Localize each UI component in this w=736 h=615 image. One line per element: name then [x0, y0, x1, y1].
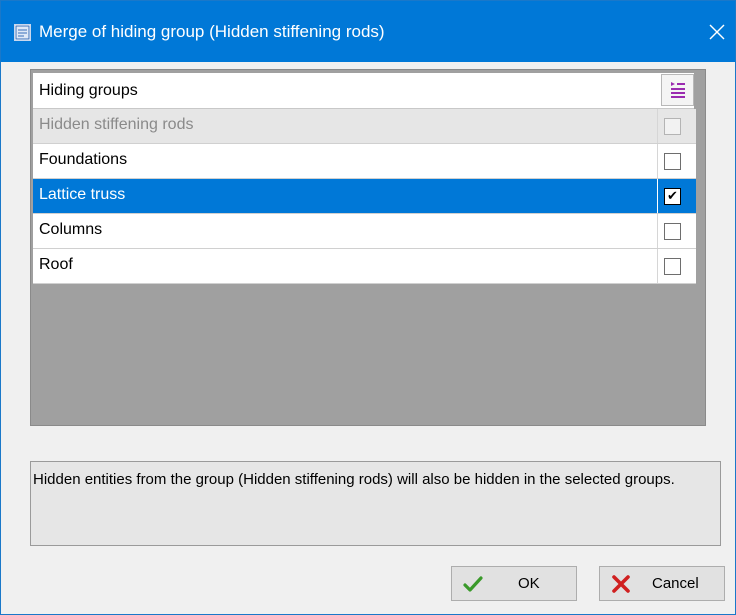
cell-divider — [657, 144, 658, 178]
list-item-foundations[interactable]: Foundations — [33, 144, 696, 179]
cell-divider — [657, 179, 658, 213]
green-checkmark-icon — [463, 576, 483, 592]
close-icon — [709, 24, 725, 40]
info-message: Hidden entities from the group (Hidden s… — [33, 471, 675, 488]
select-all-button[interactable] — [661, 74, 694, 106]
group-checkbox[interactable]: ✔ — [664, 188, 681, 205]
list-item-lattice-truss[interactable]: Lattice truss ✔ — [33, 179, 696, 214]
group-name: Lattice truss — [39, 186, 126, 203]
title-bar[interactable]: Merge of hiding group (Hidden stiffening… — [1, 1, 735, 62]
merge-hiding-group-dialog: Merge of hiding group (Hidden stiffening… — [0, 0, 736, 615]
ok-button[interactable]: OK — [451, 566, 577, 601]
cell-divider — [657, 249, 658, 283]
group-name: Roof — [39, 256, 73, 273]
hiding-groups-grid: Hiding groups Hidden stiffening rods Fou… — [30, 69, 706, 426]
ok-label: OK — [518, 575, 540, 592]
group-checkbox[interactable] — [664, 153, 681, 170]
cancel-label: Cancel — [652, 575, 699, 592]
column-header-hiding-groups: Hiding groups — [39, 82, 138, 99]
list-item-hidden-stiffening-rods: Hidden stiffening rods — [33, 109, 696, 144]
cancel-button[interactable]: Cancel — [599, 566, 725, 601]
group-checkbox[interactable] — [664, 223, 681, 240]
grid-header: Hiding groups — [33, 73, 694, 109]
app-window-icon — [14, 24, 31, 41]
cell-divider — [657, 214, 658, 248]
select-all-list-icon — [670, 82, 685, 98]
checkmark-icon: ✔ — [667, 189, 678, 204]
close-button[interactable] — [697, 12, 736, 52]
list-item-columns[interactable]: Columns — [33, 214, 696, 249]
group-name: Columns — [39, 221, 103, 238]
group-checkbox[interactable] — [664, 258, 681, 275]
cell-divider — [657, 109, 658, 143]
window-title: Merge of hiding group (Hidden stiffening… — [39, 22, 385, 41]
list-item-roof[interactable]: Roof — [33, 249, 696, 284]
info-panel: Hidden entities from the group (Hidden s… — [30, 461, 721, 546]
group-name: Foundations — [39, 151, 128, 168]
group-name: Hidden stiffening rods — [39, 116, 194, 133]
group-checkbox — [664, 118, 681, 135]
red-x-icon — [612, 575, 630, 593]
